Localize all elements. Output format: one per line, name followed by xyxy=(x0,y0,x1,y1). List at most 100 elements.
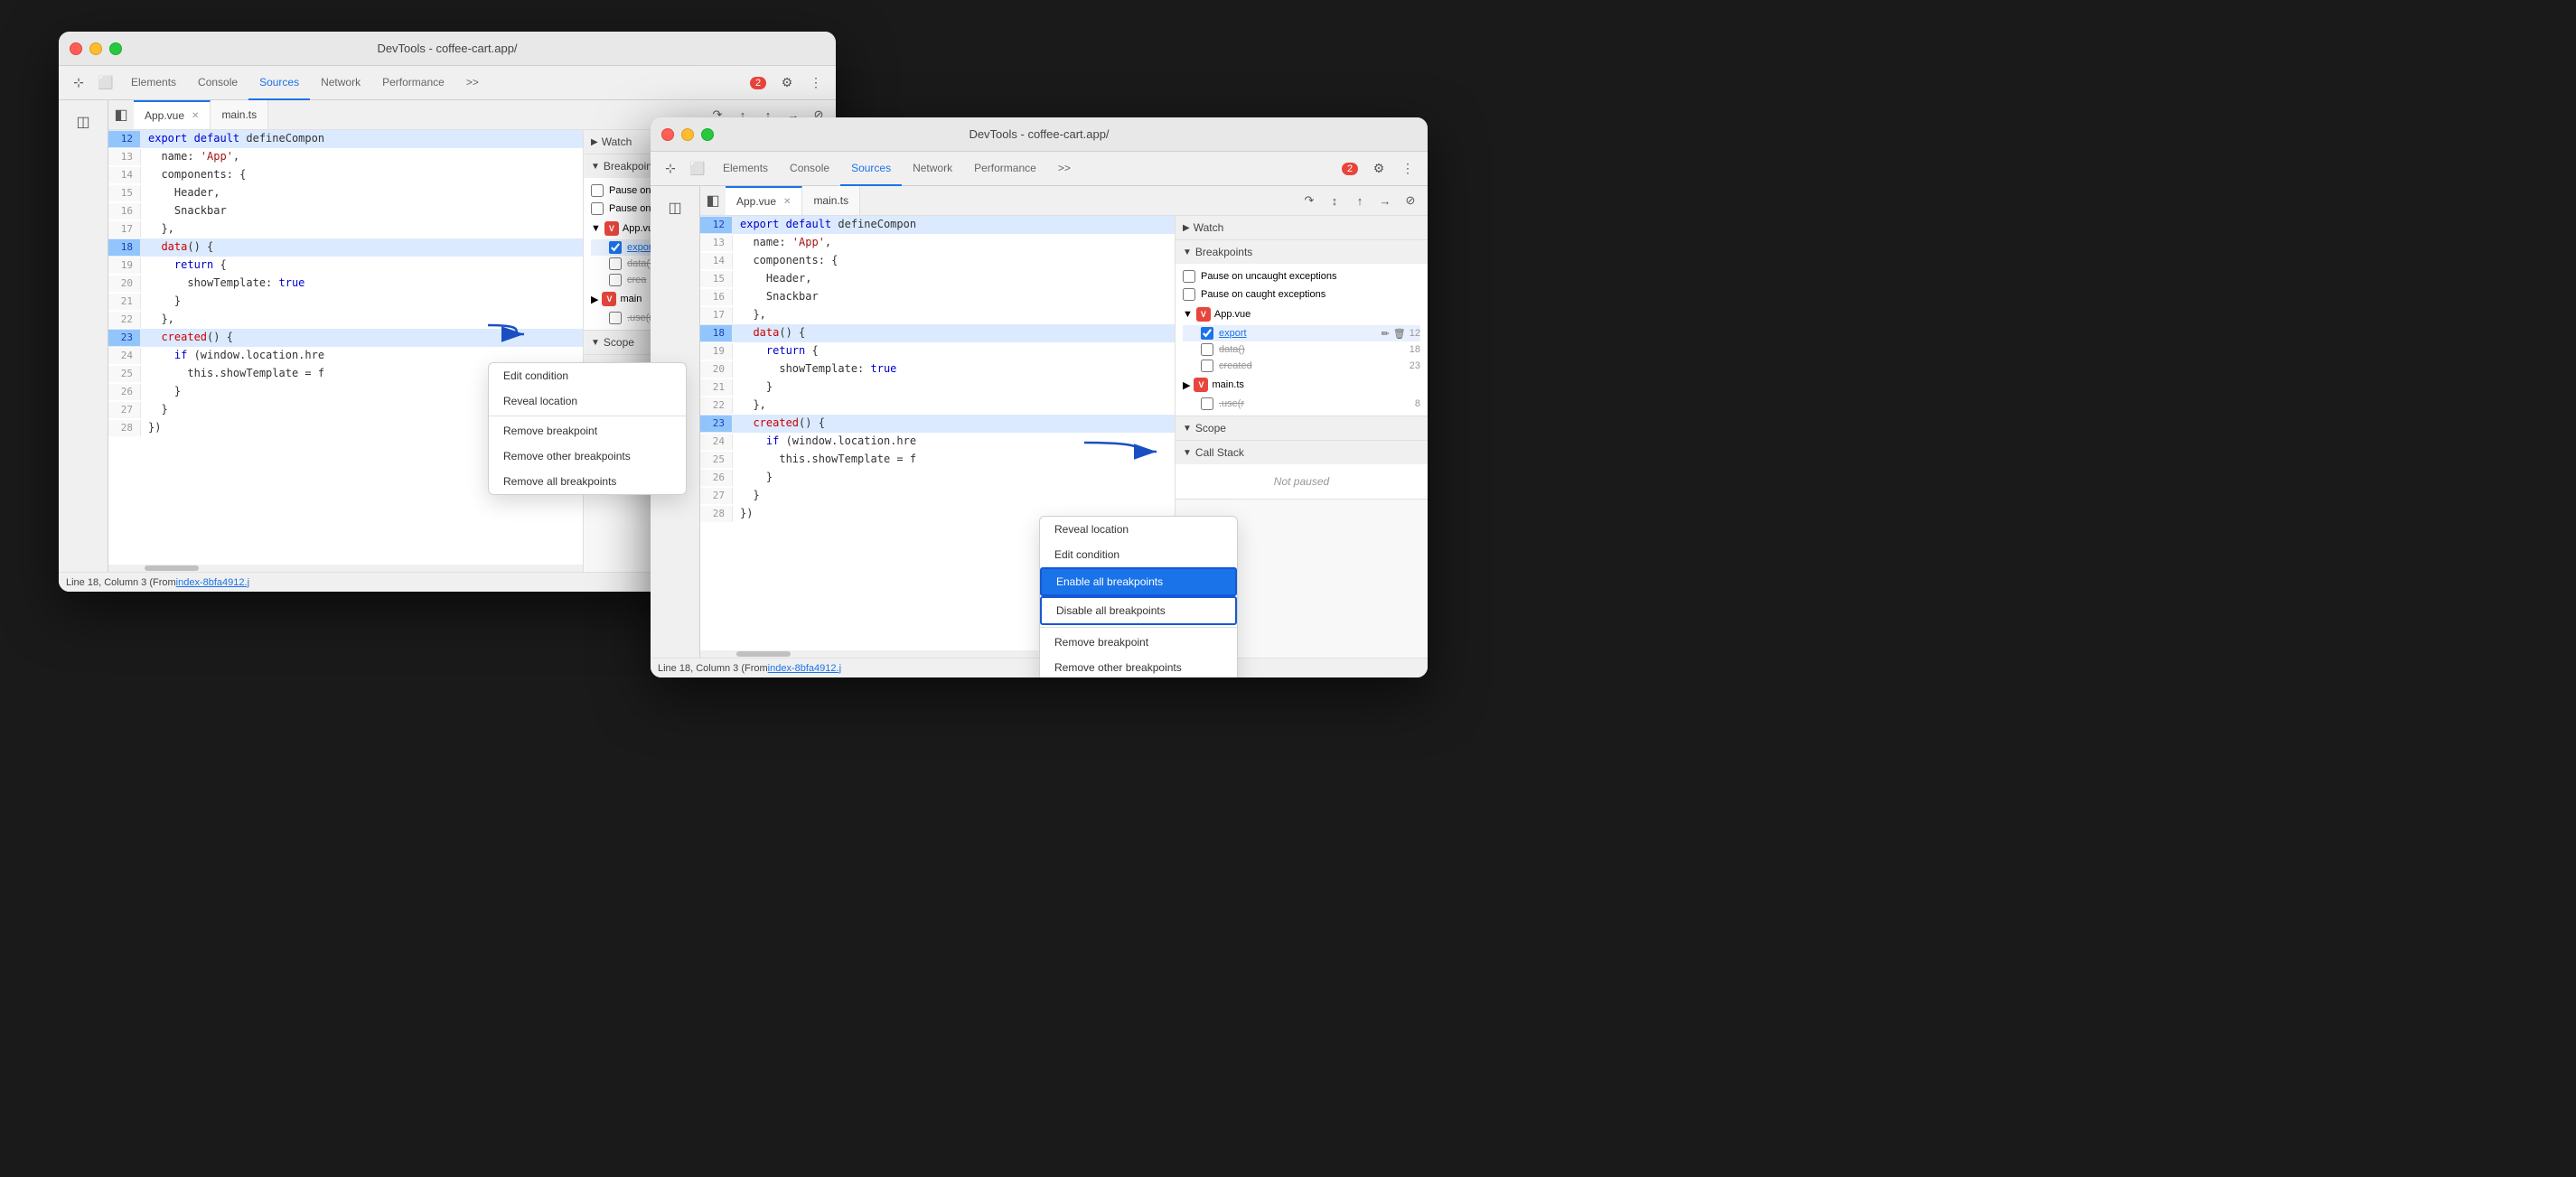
file-tab-close-2[interactable]: ✕ xyxy=(783,197,791,207)
tab-console-1[interactable]: Console xyxy=(187,66,248,100)
code-line-2-13: 13 name: 'App', xyxy=(700,234,1175,252)
bp-data-checkbox-2[interactable] xyxy=(1201,343,1213,356)
tab-elements-1[interactable]: Elements xyxy=(120,66,187,100)
tab-list-2: Elements Console Sources Network Perform… xyxy=(712,152,1335,186)
minimize-button-1[interactable] xyxy=(89,42,102,55)
code-line-2-23: 23 created() { xyxy=(700,415,1175,433)
ctx-edit-condition-2[interactable]: Edit condition xyxy=(1040,542,1237,567)
badge-icon-2: 2 xyxy=(1337,156,1363,182)
bp-edit-icon-2[interactable]: ✏ xyxy=(1382,328,1390,340)
code-line-16: 16 Snackbar xyxy=(108,202,583,220)
file-tab-appvue-2[interactable]: App.vue ✕ xyxy=(726,186,802,215)
maximize-button-1[interactable] xyxy=(109,42,122,55)
bp-delete-icon-2[interactable]: 🗑 xyxy=(1393,328,1406,340)
bp-caught-checkbox-1[interactable] xyxy=(591,202,604,215)
ctx-enable-all-2[interactable]: Enable all breakpoints xyxy=(1040,567,1237,596)
minimize-button-2[interactable] xyxy=(681,128,694,141)
watch-section-2: ▶ Watch xyxy=(1176,216,1428,240)
status-link-1[interactable]: index-8bfa4912.j xyxy=(176,577,249,588)
call-stack-header-2[interactable]: ▼ Call Stack xyxy=(1176,441,1428,464)
device-icon[interactable]: ⬜ xyxy=(93,70,118,96)
tab-more-1[interactable]: >> xyxy=(455,66,490,100)
ctx-remove-other-2[interactable]: Remove other breakpoints xyxy=(1040,655,1237,677)
step-over-icon-2[interactable]: ↷ xyxy=(1297,189,1321,212)
code-line-20: 20 showTemplate: true xyxy=(108,275,583,293)
ctx-remove-bp-2[interactable]: Remove breakpoint xyxy=(1040,630,1237,655)
bp-uncaught-checkbox-2[interactable] xyxy=(1183,270,1195,283)
file-tabs-2: ◧ App.vue ✕ main.ts xyxy=(700,186,1292,215)
ctx-reveal-location-2[interactable]: Reveal location xyxy=(1040,517,1237,542)
breakpoints-header-2[interactable]: ▼ Breakpoints xyxy=(1176,240,1428,264)
continue-icon-2[interactable]: → xyxy=(1373,189,1397,212)
tab-sources-2[interactable]: Sources xyxy=(840,152,902,186)
tab-list-1: Elements Console Sources Network Perform… xyxy=(120,66,744,100)
scope-header-2[interactable]: ▼ Scope xyxy=(1176,416,1428,440)
bp-file-main-2: ▶ V main.ts xyxy=(1183,374,1420,396)
bp-use-checkbox-1[interactable] xyxy=(609,312,622,324)
code-line-2-22: 22 }, xyxy=(700,397,1175,415)
bp-export-checkbox-2[interactable] xyxy=(1201,327,1213,340)
device-icon-2[interactable]: ⬜ xyxy=(685,156,710,182)
ctx-remove-other-1[interactable]: Remove other breakpoints xyxy=(489,444,686,469)
appvue-icon-2: V xyxy=(1196,307,1211,322)
ctx-remove-all-1[interactable]: Remove all breakpoints xyxy=(489,469,686,494)
sidebar-toggle-1[interactable]: ◫ xyxy=(69,107,98,136)
bp-export-checkbox-1[interactable] xyxy=(609,241,622,254)
tab-network-2[interactable]: Network xyxy=(902,152,963,186)
file-tab-appvue-1[interactable]: App.vue ✕ xyxy=(134,100,211,129)
tab-network-1[interactable]: Network xyxy=(310,66,371,100)
breakpoints-section-2: ▼ Breakpoints Pause on uncaught exceptio… xyxy=(1176,240,1428,416)
ctx-remove-breakpoint-1[interactable]: Remove breakpoint xyxy=(489,418,686,444)
bp-caught-checkbox-2[interactable] xyxy=(1183,288,1195,301)
close-button-2[interactable] xyxy=(661,128,674,141)
ctx-reveal-location-1[interactable]: Reveal location xyxy=(489,388,686,414)
sidebar-toggle-2[interactable]: ◫ xyxy=(660,193,689,222)
code-line-15: 15 Header, xyxy=(108,184,583,202)
window-title-1: DevTools - coffee-cart.app/ xyxy=(377,42,517,55)
no-break-icon-2[interactable]: ⊘ xyxy=(1399,189,1422,212)
scope-section-2: ▼ Scope xyxy=(1176,416,1428,441)
sidebar-left-icon-2[interactable]: ◧ xyxy=(700,188,726,213)
bp-created-checkbox-2[interactable] xyxy=(1201,360,1213,372)
cursor-icon[interactable]: ⊹ xyxy=(66,70,91,96)
scrollbar-h-1[interactable] xyxy=(108,565,583,572)
bp-file-appvue-2: ▼ V App.vue xyxy=(1183,304,1420,325)
step-into-icon-2[interactable]: ↕ xyxy=(1323,189,1346,212)
bp-data-checkbox-1[interactable] xyxy=(609,257,622,270)
step-out-icon-2[interactable]: ↑ xyxy=(1348,189,1372,212)
breakpoints-arrow: ▼ xyxy=(591,162,600,172)
tab-performance-2[interactable]: Performance xyxy=(963,152,1047,186)
code-line-19: 19 return { xyxy=(108,257,583,275)
bp-caught-2: Pause on caught exceptions xyxy=(1183,285,1420,304)
tab-more-2[interactable]: >> xyxy=(1047,152,1082,186)
more-icon-1[interactable]: ⋮ xyxy=(803,70,829,96)
more-icon-2[interactable]: ⋮ xyxy=(1395,156,1420,182)
tab-sources-1[interactable]: Sources xyxy=(248,66,310,100)
file-tab-maints-1[interactable]: main.ts xyxy=(211,100,268,129)
code-line-2-16: 16 Snackbar xyxy=(700,288,1175,306)
file-tab-maints-2[interactable]: main.ts xyxy=(802,186,860,215)
toolbar-right-1: 2 ⚙ ⋮ xyxy=(745,70,829,96)
file-tab-close-1[interactable]: ✕ xyxy=(192,111,199,121)
ctx-disable-all-2[interactable]: Disable all breakpoints xyxy=(1040,596,1237,625)
settings-icon-1[interactable]: ⚙ xyxy=(774,70,800,96)
sidebar-left-icon-1[interactable]: ◧ xyxy=(108,102,134,127)
bp-uncaught-checkbox-1[interactable] xyxy=(591,184,604,197)
cursor-icon-2[interactable]: ⊹ xyxy=(658,156,683,182)
watch-header-2[interactable]: ▶ Watch xyxy=(1176,216,1428,239)
tab-console-2[interactable]: Console xyxy=(779,152,840,186)
code-line-2-14: 14 components: { xyxy=(700,252,1175,270)
ctx-edit-condition-1[interactable]: Edit condition xyxy=(489,363,686,388)
devtools-window-2: DevTools - coffee-cart.app/ ⊹ ⬜ Elements… xyxy=(651,117,1428,677)
maximize-button-2[interactable] xyxy=(701,128,714,141)
bp-crea-checkbox-1[interactable] xyxy=(609,274,622,286)
bp-use-checkbox-2[interactable] xyxy=(1201,397,1213,410)
status-link-2[interactable]: index-8bfa4912.j xyxy=(768,663,841,674)
tab-elements-2[interactable]: Elements xyxy=(712,152,779,186)
close-button-1[interactable] xyxy=(70,42,82,55)
tab-performance-1[interactable]: Performance xyxy=(371,66,455,100)
main-icon-1: V xyxy=(602,292,616,306)
settings-icon-2[interactable]: ⚙ xyxy=(1366,156,1391,182)
code-line-2-25: 25 this.showTemplate = f xyxy=(700,451,1175,469)
code-line-2-27: 27 } xyxy=(700,487,1175,505)
